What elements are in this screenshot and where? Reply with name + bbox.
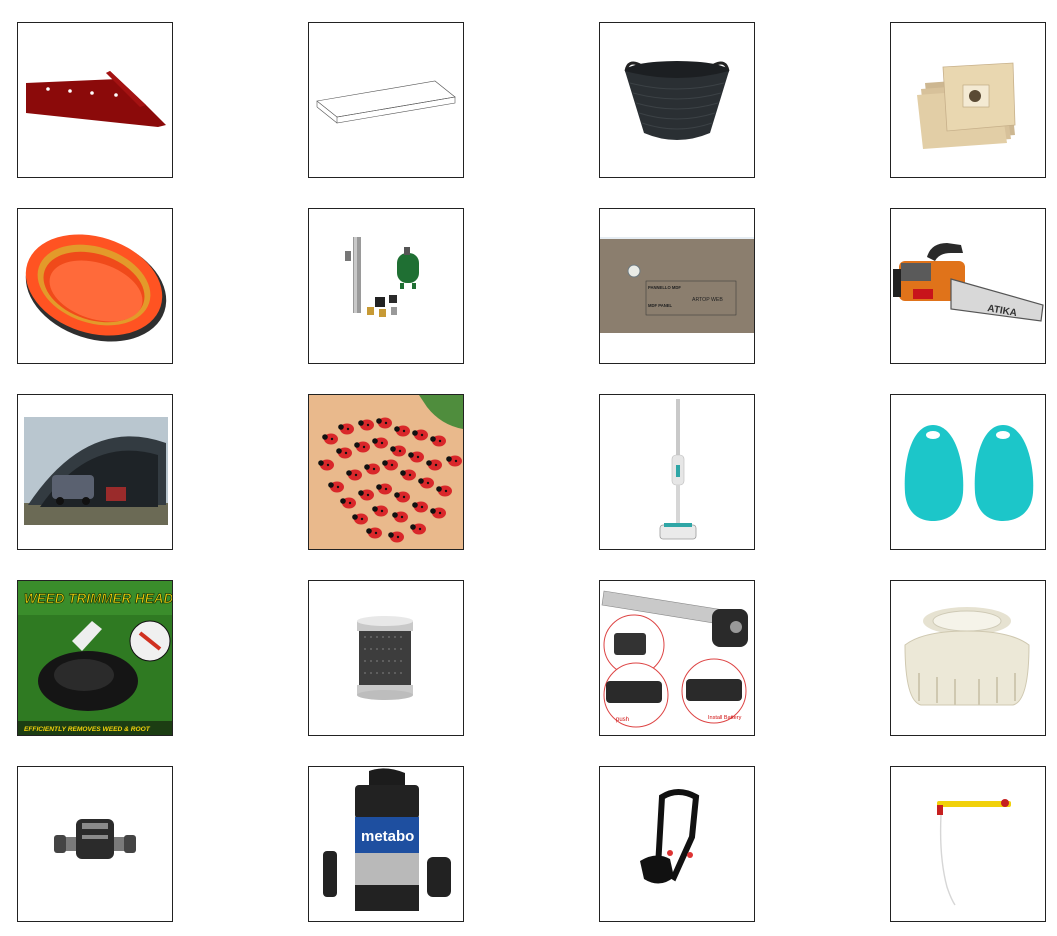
submersible-pump-icon: metabo (323, 768, 451, 911)
product-tile[interactable] (17, 394, 173, 550)
product-tile[interactable] (890, 766, 1046, 922)
product-tile[interactable] (308, 394, 464, 550)
panel-label-line-2: MDF PANEL (648, 303, 673, 308)
product-tile[interactable]: push Install Battery (599, 580, 755, 736)
panel-label-line-1: PANNELLO MDF (648, 285, 681, 290)
digital-angle-ruler-icon: push Install Battery (601, 590, 748, 728)
ladybug-decor-icon (309, 395, 463, 549)
air-filter-icon (25, 234, 167, 342)
product-tile[interactable]: metabo (308, 766, 464, 922)
product-tile[interactable] (308, 208, 464, 364)
product-tile[interactable] (599, 394, 755, 550)
hose-t-connector-icon (54, 819, 136, 859)
silicone-scrubbers-icon (904, 425, 1034, 521)
steam-mop-icon (659, 399, 697, 540)
product-tile[interactable] (308, 22, 464, 178)
flexible-tub-icon (624, 61, 730, 140)
product-tile[interactable] (890, 580, 1046, 736)
product-tile[interactable] (308, 580, 464, 736)
vacuum-bags-icon (917, 62, 1016, 149)
product-tile[interactable] (890, 394, 1046, 550)
banner-title: WEED TRIMMER HEAD (24, 591, 172, 606)
plough-blade-icon (26, 71, 166, 127)
chainsaw-icon: ATIKA (893, 243, 1044, 322)
callout-install-battery: Install Battery (708, 715, 742, 721)
callout-push: push (616, 717, 629, 723)
product-tile[interactable]: PANNELLO MDF MDF PANEL ARTOP WEB (599, 208, 755, 364)
tank-cap-icon (904, 607, 1030, 706)
product-tile[interactable] (17, 22, 173, 178)
pump-brand: metabo (361, 828, 414, 845)
product-tile[interactable]: WEED TRIMMER HEAD EFFICIENTLY REMOVES WE… (17, 580, 173, 736)
trimmer-head-banner: WEED TRIMMER HEAD EFFICIENTLY REMOVES WE… (18, 581, 172, 735)
carport-tent-icon (24, 417, 168, 525)
product-image-grid: PANNELLO MDF MDF PANEL ARTOP WEB ATIKA W… (0, 0, 1057, 936)
shelf-board-icon (316, 80, 456, 124)
panel-logo-text: ARTOP WEB (692, 297, 723, 303)
carbon-filter-icon (357, 616, 413, 700)
hand-pump-sprayer-icon (937, 799, 1011, 906)
product-tile[interactable] (890, 22, 1046, 178)
product-tile[interactable]: ATIKA (890, 208, 1046, 364)
product-tile[interactable] (599, 22, 755, 178)
product-tile[interactable] (17, 208, 173, 364)
fibreboard-panel-icon: PANNELLO MDF MDF PANEL ARTOP WEB (600, 237, 754, 333)
product-tile[interactable] (599, 766, 755, 922)
shoulder-harness-icon (640, 789, 700, 884)
pump-kit-icon (345, 237, 419, 317)
product-tile[interactable] (17, 766, 173, 922)
banner-footer: EFFICIENTLY REMOVES WEED & ROOT (24, 726, 151, 733)
